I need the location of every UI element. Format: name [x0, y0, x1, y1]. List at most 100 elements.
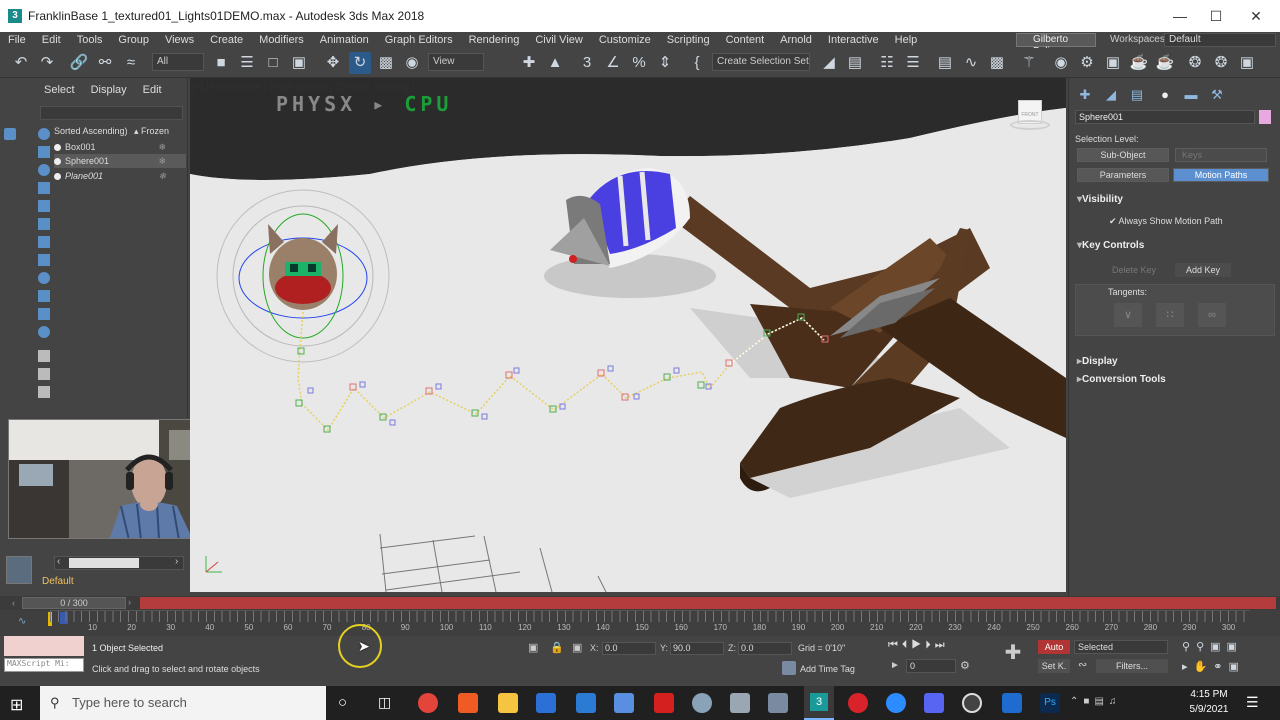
redo-icon[interactable]: ↷ [36, 52, 58, 74]
z-coordinate-field[interactable]: 0.0 [738, 642, 792, 655]
selection-lock-icon[interactable]: 🔒 [550, 641, 564, 654]
always-show-motion-path-checkbox[interactable]: ✔ Always Show Motion Path [1109, 216, 1223, 227]
time-slider-track[interactable] [140, 597, 1276, 609]
modify-tab-icon[interactable]: ◢ [1103, 88, 1119, 102]
move-icon[interactable]: ✥ [322, 52, 344, 74]
undo-icon[interactable]: ↶ [10, 52, 32, 74]
absolute-mode-icon[interactable]: ▣ [572, 641, 582, 654]
maximize-viewport-icon[interactable]: ▣ [1228, 661, 1244, 673]
rotate-icon[interactable]: ↻ [349, 52, 371, 74]
current-frame-field[interactable]: 0 [906, 659, 956, 673]
hierarchy-tab-icon[interactable]: ▤ [1129, 88, 1145, 102]
display-containers-icon[interactable] [38, 290, 50, 302]
zoom-extents-icon[interactable]: ▣ [1210, 641, 1226, 653]
display-rollout[interactable]: Display [1077, 356, 1118, 367]
x-coordinate-field[interactable]: 0.0 [602, 642, 656, 655]
create-tab-icon[interactable]: ✚ [1077, 88, 1093, 102]
display-spacewarps-icon[interactable] [38, 218, 50, 230]
explorer-item-plane001[interactable]: Plane001 ❄ [54, 169, 186, 183]
track-bar[interactable]: ∿ 10 20 30 40 50 60 70 80 90 100 110 120 130 140 150 16… [0, 610, 1280, 636]
object-name-field[interactable]: Sphere001 [1075, 110, 1255, 124]
viewcube[interactable]: FRONT [1010, 100, 1050, 134]
display-lights-icon[interactable] [38, 164, 50, 176]
app-icon-3[interactable] [768, 693, 788, 713]
unlink-icon[interactable]: ⚯ [94, 52, 116, 74]
windows-start-icon[interactable]: ⊞ [10, 695, 23, 715]
maximize-button[interactable]: ☐ [1196, 0, 1236, 32]
object-color-swatch[interactable] [1259, 110, 1271, 124]
viewcube-ring[interactable] [1010, 120, 1050, 130]
3dsmax-app-icon[interactable]: 3 [8, 9, 22, 23]
display-frozen-icon[interactable] [38, 308, 50, 320]
obs-icon[interactable] [962, 693, 982, 713]
material-editor-icon[interactable]: ◉ [1050, 52, 1072, 74]
set-key-icon[interactable]: ✚ [1000, 640, 1026, 670]
parameters-button[interactable]: Parameters [1077, 168, 1169, 182]
tab-display[interactable]: Display [83, 84, 135, 96]
render-setup-icon[interactable]: ⚙ [1076, 52, 1098, 74]
clock-date[interactable]: 5/9/2021 [1180, 704, 1238, 715]
sub-object-button[interactable]: Sub-Object [1077, 148, 1169, 162]
angle-snap-icon[interactable]: ∠ [602, 52, 624, 74]
fov-icon[interactable]: ▸ [1182, 661, 1194, 673]
display-cameras-icon[interactable] [38, 182, 50, 194]
minimize-button[interactable]: — [1160, 0, 1200, 32]
menu-edit[interactable]: Edit [34, 32, 69, 48]
perspective-viewport[interactable]: [+] [Perspective ] [High Quality ] [Defa… [190, 78, 1066, 592]
tangent-linear-icon[interactable]: ∷ [1156, 303, 1184, 327]
display-all-icon[interactable] [38, 350, 50, 362]
motion-tab-icon[interactable]: ● [1157, 88, 1173, 102]
explorer-search-input[interactable] [40, 106, 183, 120]
time-slider-left-icon[interactable]: ‹ [12, 598, 15, 608]
tab-select[interactable]: Select [36, 84, 83, 96]
menu-rendering[interactable]: Rendering [461, 32, 528, 48]
menu-group[interactable]: Group [110, 32, 157, 48]
auto-key-button[interactable]: Auto [1038, 640, 1070, 654]
key-mode-icon[interactable]: ► [890, 660, 900, 671]
visibility-icon[interactable] [54, 144, 61, 152]
select-by-name-icon[interactable]: ☰ [236, 52, 258, 74]
curve-editor-icon[interactable]: ∿ [960, 52, 982, 74]
maxscript-mini-input[interactable]: MAXScript Mi: [4, 658, 84, 672]
menu-help[interactable]: Help [887, 32, 926, 48]
schematic-view-icon[interactable]: ⚚ [1018, 52, 1040, 74]
menu-scripting[interactable]: Scripting [659, 32, 718, 48]
display-none-icon[interactable] [4, 128, 16, 140]
previous-frame-icon[interactable]: ⏴ [902, 639, 912, 651]
link-icon[interactable]: 🔗 [68, 52, 90, 74]
acrobat-icon[interactable] [654, 693, 674, 713]
app-icon-2[interactable] [730, 693, 750, 713]
display-invert-icon[interactable] [38, 386, 50, 398]
display-groups-icon[interactable] [38, 236, 50, 248]
display-bones-icon[interactable] [38, 272, 50, 284]
percent-snap-icon[interactable]: % [628, 52, 650, 74]
app-icon-1[interactable] [692, 693, 712, 713]
menu-arnold[interactable]: Arnold [772, 32, 820, 48]
display-shapes-icon[interactable] [38, 146, 50, 158]
store-icon[interactable] [536, 693, 556, 713]
next-frame-icon[interactable]: ⏵ [925, 639, 935, 651]
display-none-icon[interactable] [38, 368, 50, 380]
menu-civil-view[interactable]: Civil View [527, 32, 590, 48]
ref-coord-dropdown[interactable]: View [428, 53, 484, 71]
play-icon[interactable]: ▶ [911, 639, 925, 651]
keys-dropdown[interactable]: Keys [1175, 148, 1267, 162]
taskbar-3dsmax-active[interactable]: 3 [804, 686, 834, 720]
clock-time[interactable]: 4:15 PM [1184, 689, 1234, 700]
brave-icon[interactable] [458, 693, 478, 713]
render-production-icon[interactable]: ☕ [1154, 52, 1176, 74]
place-icon[interactable]: ◉ [401, 52, 423, 74]
calculator-icon[interactable] [614, 693, 634, 713]
volume-icon[interactable]: ♫ [1109, 696, 1122, 707]
tangent-smooth-icon[interactable]: ∨ [1114, 303, 1142, 327]
rendered-frame-icon[interactable]: ▣ [1102, 52, 1124, 74]
discord-icon[interactable] [924, 693, 944, 713]
tray-chevron-icon[interactable]: ⌃ [1070, 696, 1083, 707]
visibility-icon[interactable] [54, 158, 61, 166]
add-key-button[interactable]: Add Key [1175, 263, 1231, 277]
ribbon-icon[interactable]: ▤ [934, 52, 956, 74]
notifications-icon[interactable]: ☰ [1246, 694, 1259, 711]
y-coordinate-field[interactable]: 90.0 [670, 642, 724, 655]
select-object-icon[interactable]: ■ [210, 52, 232, 74]
zoom-extents-all-icon[interactable]: ▣ [1227, 641, 1243, 653]
